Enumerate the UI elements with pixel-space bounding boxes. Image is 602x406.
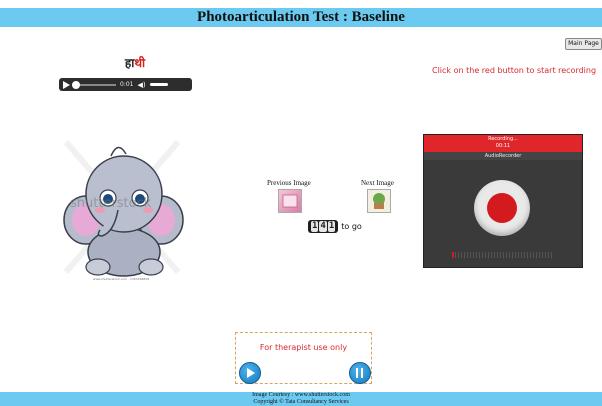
next-image-button[interactable] bbox=[367, 189, 391, 213]
audio-player: 0:01 ◀) bbox=[59, 78, 192, 91]
image-credit: www.shutterstock.com · 1363166828 bbox=[93, 277, 150, 281]
target-word-part1: हा bbox=[124, 56, 135, 70]
volume-slider[interactable] bbox=[149, 83, 168, 86]
next-image-thumbnail-icon bbox=[373, 193, 385, 209]
image-watermark: shutterstock bbox=[70, 196, 152, 211]
counter-suffix: to go bbox=[341, 222, 362, 231]
page-title: Photoarticulation Test : Baseline bbox=[197, 9, 405, 25]
recorder-body bbox=[424, 160, 582, 267]
counter-digit: 1 bbox=[327, 221, 336, 232]
therapist-play-button[interactable] bbox=[239, 362, 261, 384]
recorder-title: AudioRecorder bbox=[424, 152, 582, 160]
therapist-pause-button[interactable] bbox=[349, 362, 371, 384]
recording-instruction: Click on the red button to start recordi… bbox=[432, 66, 597, 75]
previous-image-label: Previous Image bbox=[267, 179, 311, 187]
play-icon[interactable] bbox=[63, 80, 70, 89]
therapist-panel: For therapist use only bbox=[235, 332, 372, 384]
copyright: Copyright © Tata Consultancy Services bbox=[253, 399, 349, 405]
level-indicator bbox=[452, 252, 454, 258]
level-meter bbox=[452, 252, 552, 258]
play-icon bbox=[247, 368, 255, 378]
audio-time: 0:01 bbox=[120, 81, 134, 88]
therapist-label: For therapist use only bbox=[259, 343, 348, 352]
recorder-timer: 00:11 bbox=[495, 143, 511, 149]
page-header: Photoarticulation Test : Baseline bbox=[0, 8, 602, 27]
previous-image-thumbnail-icon bbox=[282, 194, 298, 208]
next-image-label: Next Image bbox=[361, 179, 394, 187]
recorder-status-bar: Recording... 00:11 bbox=[424, 135, 582, 152]
target-word: हाथी bbox=[100, 54, 170, 71]
previous-image-button[interactable] bbox=[278, 189, 302, 213]
target-word-part2: थी bbox=[134, 56, 146, 70]
audio-seek-bar[interactable] bbox=[72, 80, 116, 89]
record-button[interactable] bbox=[474, 180, 530, 236]
image-courtesy: Image Courtesy : www.shutterstock.com bbox=[252, 392, 350, 398]
recorder-status: Recording... bbox=[488, 136, 518, 142]
counter-digits: 1 4 1 bbox=[308, 220, 339, 233]
volume-icon[interactable]: ◀) bbox=[137, 81, 145, 89]
audio-recorder: Recording... 00:11 AudioRecorder bbox=[423, 134, 583, 268]
remaining-counter: 1 4 1 to go bbox=[308, 220, 362, 233]
seek-thumb[interactable] bbox=[72, 80, 80, 89]
main-page-button[interactable]: Main Page bbox=[565, 38, 602, 50]
page-footer: Image Courtesy : www.shutterstock.com Co… bbox=[0, 392, 602, 406]
record-icon bbox=[487, 193, 517, 223]
pause-icon-bar bbox=[361, 368, 363, 378]
counter-digit: 1 bbox=[311, 221, 319, 232]
pause-icon bbox=[356, 368, 358, 378]
counter-digit: 4 bbox=[319, 221, 327, 232]
